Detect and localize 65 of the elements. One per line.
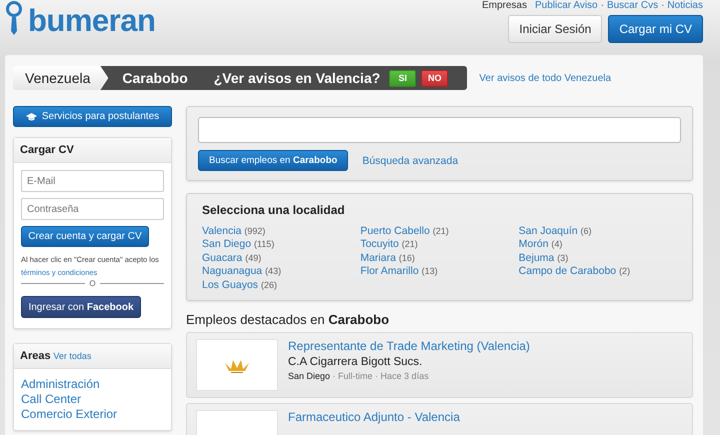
location-question: ¿Ver avisos en Valencia?	[214, 70, 380, 86]
locality-link[interactable]: Mariara	[360, 252, 396, 264]
job-count: (6)	[580, 226, 592, 236]
or-divider-text: O	[89, 279, 96, 288]
advanced-search-link[interactable]: Búsqueda avanzada	[362, 154, 458, 166]
card-title: Areas	[20, 350, 51, 362]
locality-link[interactable]: Naguanagua	[202, 265, 262, 278]
job-count: (49)	[245, 252, 262, 263]
locality-link[interactable]: Morón	[518, 238, 548, 250]
locality-link[interactable]: Guacara	[202, 252, 242, 264]
no-button[interactable]: NO	[421, 70, 448, 86]
job-count: (2)	[619, 266, 630, 276]
job-details: · Full-time · Hace 3 días	[332, 371, 429, 382]
graduation-cap-icon	[26, 112, 37, 120]
top-link[interactable]: Noticias	[667, 0, 703, 12]
see-all-link[interactable]: Ver todas	[53, 351, 92, 361]
featured-heading: Empleos destacados en Carabobo	[186, 312, 390, 328]
job-count: (21)	[402, 239, 418, 250]
top-link[interactable]: Publicar Aviso	[534, 0, 598, 12]
separator: ·	[661, 0, 664, 12]
locality-link[interactable]: San Joaquín	[518, 225, 578, 237]
yes-button[interactable]: SI	[389, 70, 416, 86]
all-country-link[interactable]: Ver avisos de todo Venezuela	[479, 72, 612, 84]
job-count: (3)	[557, 252, 568, 263]
search-field[interactable]	[198, 117, 681, 143]
login-button[interactable]: Iniciar Sesión	[508, 15, 602, 43]
locality-link[interactable]: Campo de Carabobo	[518, 265, 616, 278]
upload-cv-button[interactable]: Cargar mi CV	[608, 15, 703, 43]
area-link[interactable]: Call Center	[21, 392, 164, 407]
facebook-login-button[interactable]: Ingresar con Facebook	[21, 296, 141, 318]
area-link[interactable]: Comercio Exterior	[21, 407, 164, 422]
locality-link[interactable]: Flor Amarillo	[360, 265, 419, 278]
job-location: San Diego	[288, 371, 330, 382]
job-title-link[interactable]: Representante de Trade Marketing (Valencia)	[288, 339, 530, 354]
locality-link[interactable]: Valencia	[202, 225, 242, 237]
locality-link[interactable]: San Diego	[202, 238, 252, 250]
create-account-button[interactable]: Crear cuenta y cargar CV	[21, 226, 149, 247]
separator: ·	[600, 0, 604, 12]
password-field[interactable]: Contraseña	[21, 198, 164, 220]
localities-title: Selecciona una localidad	[202, 203, 346, 217]
job-title-link[interactable]: Farmaceutico Adjunto - Valencia	[288, 410, 460, 424]
top-link[interactable]: Buscar Cvs	[606, 0, 658, 12]
job-count: (13)	[422, 266, 438, 276]
locality-link[interactable]: Bejuma	[518, 252, 554, 264]
job-count: (115)	[254, 239, 274, 250]
area-link[interactable]: Administración	[21, 377, 164, 392]
magnifier-tie-icon	[4, 1, 24, 37]
logo-text[interactable]: bumeran	[28, 1, 156, 39]
search-button[interactable]: Buscar empleos en Carabobo	[198, 150, 348, 171]
locality-link[interactable]: Puerto Cabello	[360, 225, 430, 237]
job-count: (4)	[551, 239, 562, 250]
country-crumb[interactable]: Venezuela	[13, 66, 108, 90]
top-link[interactable]: Empresas	[482, 0, 527, 12]
job-count: (43)	[265, 266, 282, 276]
locality-link[interactable]: Los Guayos	[202, 278, 258, 291]
job-count: (16)	[398, 252, 415, 263]
job-count: (21)	[432, 226, 449, 236]
company-name: C.A Cigarrera Bigott Sucs.	[288, 356, 424, 368]
card-title: Cargar CV	[20, 144, 74, 156]
region-crumb[interactable]: Carabobo	[122, 70, 188, 86]
locality-link[interactable]: Tocuyito	[360, 238, 399, 250]
job-count: (992)	[244, 226, 266, 236]
job-count: (26)	[260, 280, 277, 290]
services-button[interactable]: Servicios para postulantes	[13, 106, 172, 127]
email-field[interactable]: E-Mail	[21, 170, 164, 192]
